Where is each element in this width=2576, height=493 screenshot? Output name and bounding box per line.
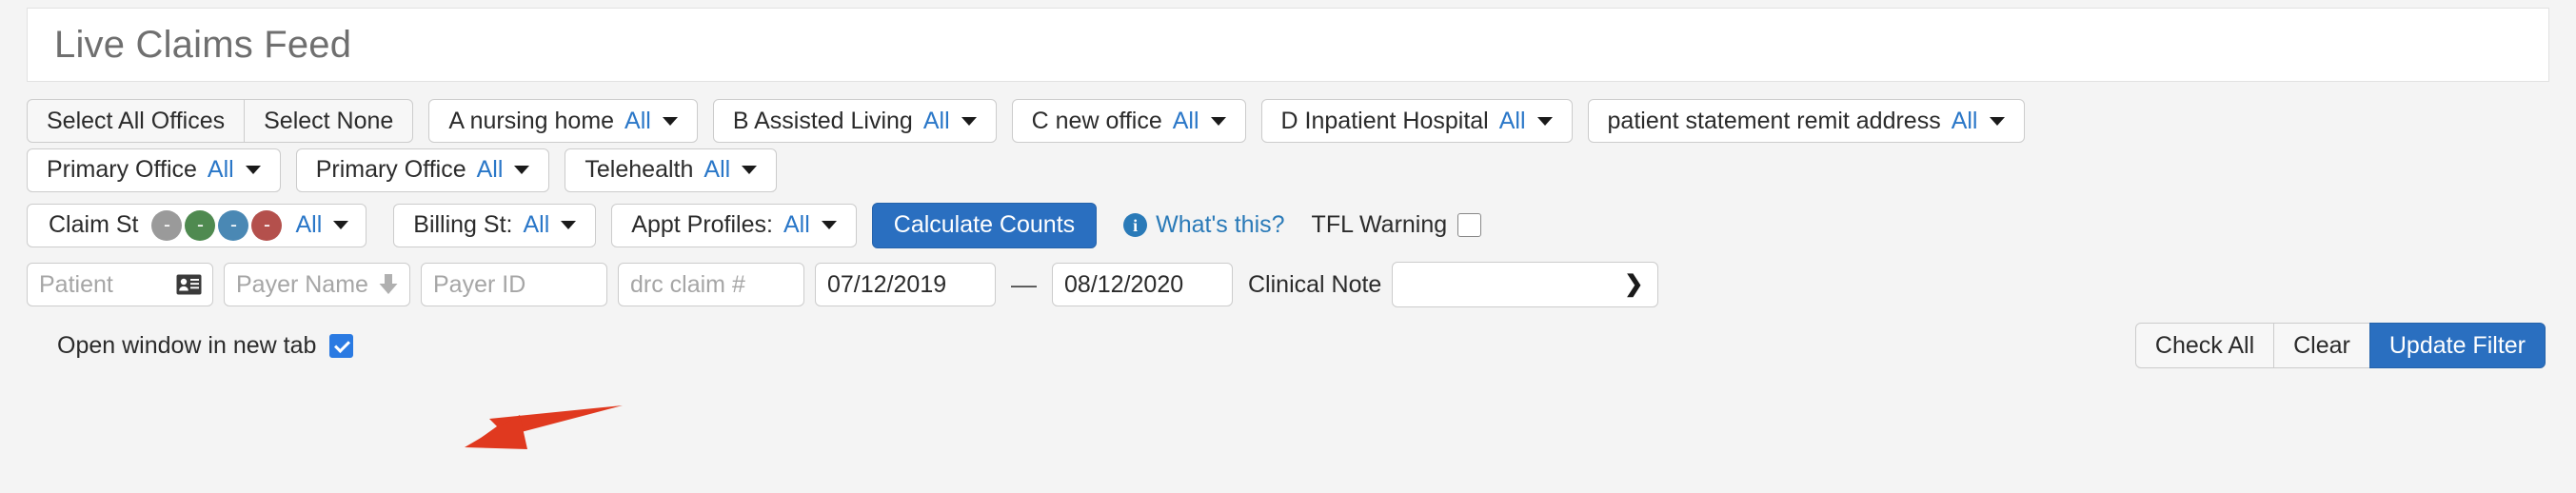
chevron-down-icon — [742, 166, 758, 174]
claim-number-input[interactable] — [618, 263, 804, 306]
payer-name-input-wrap — [224, 263, 410, 306]
office-filter-d-inpatient-hospital[interactable]: D Inpatient Hospital All — [1260, 99, 1573, 143]
office-filter-value: All — [1498, 107, 1526, 134]
office-filter-value: All — [1951, 107, 1978, 134]
open-window-in-new-tab-checkbox[interactable] — [329, 333, 354, 358]
update-filter-label: Update Filter — [2388, 331, 2526, 359]
office-filter-value: All — [1172, 107, 1199, 134]
update-filter-button[interactable]: Update Filter — [2368, 323, 2546, 368]
clear-label: Clear — [2293, 331, 2350, 359]
claim-status-value: All — [295, 211, 323, 238]
filter-action-button-group: Check All Clear Update Filter — [2134, 323, 2546, 368]
provider-filter-value: All — [476, 156, 504, 183]
claim-status-dots: - - - - — [151, 209, 285, 241]
billing-status-label: Billing St: — [413, 211, 513, 238]
chevron-down-icon — [662, 116, 678, 126]
chevron-down-icon — [1989, 116, 2005, 126]
chevron-down-icon — [961, 116, 977, 126]
chevron-down-icon — [333, 221, 349, 229]
office-filter-label: patient statement remit address — [1607, 107, 1941, 134]
chevron-down-icon — [561, 221, 577, 229]
date-from-input[interactable] — [815, 263, 996, 306]
provider-filter-value: All — [207, 156, 234, 183]
provider-filter-label: Telehealth — [585, 156, 694, 183]
status-dot-green[interactable]: - — [185, 209, 216, 241]
appt-profiles-filter[interactable]: Appt Profiles: All — [611, 203, 857, 247]
footer-buttons: Check All Clear Update Filter — [2134, 323, 2549, 368]
chevron-down-icon — [821, 221, 837, 229]
select-all-offices-label: Select All Offices — [47, 107, 226, 134]
date-range-separator: — — [1011, 269, 1037, 299]
billing-status-filter[interactable]: Billing St: All — [393, 203, 597, 247]
select-all-offices-button[interactable]: Select All Offices — [27, 99, 246, 143]
status-dot-gray[interactable]: - — [151, 209, 183, 241]
whats-this-label: What's this? — [1156, 211, 1285, 238]
tfl-warning-label: TFL Warning — [1311, 211, 1448, 238]
provider-filter-value: All — [703, 156, 731, 183]
chevron-down-icon — [514, 166, 530, 174]
clinical-note-select-wrap: ❯ — [1392, 262, 1659, 307]
office-filter-a-nursing-home[interactable]: A nursing home All — [428, 99, 698, 143]
office-select-button-group: Select All Offices Select None — [27, 99, 414, 143]
provider-filter-telehealth[interactable]: Telehealth All — [565, 148, 778, 192]
payer-name-input[interactable] — [224, 263, 410, 306]
payer-id-input[interactable] — [421, 263, 607, 306]
footer-action-row: Open window in new tab Check All Clear U… — [27, 310, 2549, 371]
calculate-counts-button[interactable]: Calculate Counts — [871, 202, 1098, 248]
provider-filter-primary-office-1[interactable]: Primary Office All — [27, 148, 281, 192]
billing-status-value: All — [523, 211, 550, 238]
check-all-label: Check All — [2154, 331, 2255, 359]
claim-status-filter[interactable]: Claim St - - - - All — [27, 203, 367, 247]
date-to-input[interactable] — [1052, 263, 1233, 306]
patient-input[interactable] — [27, 263, 213, 306]
calculate-counts-label: Calculate Counts — [893, 211, 1076, 238]
chevron-down-icon — [1210, 116, 1226, 126]
search-input-row: — Clinical Note ❯ — [27, 251, 2549, 310]
check-all-button[interactable]: Check All — [2134, 323, 2275, 368]
page-title: Live Claims Feed — [54, 23, 352, 66]
provider-filter-row: Primary Office All Primary Office All Te… — [27, 141, 2549, 196]
info-circle-icon: i — [1123, 213, 1148, 237]
office-filter-value: All — [624, 107, 651, 134]
live-claims-feed-panel: Live Claims Feed Select All Offices Sele… — [0, 0, 2576, 493]
office-filter-label: A nursing home — [448, 107, 615, 134]
clear-button[interactable]: Clear — [2273, 323, 2370, 368]
tfl-warning-checkbox[interactable] — [1457, 213, 1482, 237]
select-none-button[interactable]: Select None — [244, 99, 414, 143]
chevron-down-icon — [1536, 116, 1553, 126]
office-filter-row: Select All Offices Select None A nursing… — [27, 86, 2549, 143]
panel-header: Live Claims Feed — [27, 8, 2549, 82]
office-filter-value: All — [922, 107, 950, 134]
claim-status-label: Claim St — [49, 211, 139, 238]
open-new-tab-group: Open window in new tab — [27, 331, 354, 360]
status-dot-blue[interactable]: - — [218, 209, 249, 241]
provider-filter-label: Primary Office — [315, 156, 466, 183]
office-filter-b-assisted-living[interactable]: B Assisted Living All — [712, 99, 997, 143]
office-filter-label: C new office — [1031, 107, 1162, 134]
filter-panel: Select All Offices Select None A nursing… — [0, 86, 2576, 493]
select-none-label: Select None — [264, 107, 394, 134]
status-filter-row: Claim St - - - - All Billing St: All App… — [27, 196, 2549, 251]
clinical-note-label: Clinical Note — [1248, 270, 1382, 298]
office-filter-c-new-office[interactable]: C new office All — [1011, 99, 1246, 143]
appt-profiles-label: Appt Profiles: — [631, 211, 773, 238]
provider-filter-primary-office-2[interactable]: Primary Office All — [295, 148, 550, 192]
clinical-note-select[interactable] — [1392, 262, 1659, 307]
provider-filter-label: Primary Office — [47, 156, 197, 183]
whats-this-link[interactable]: i What's this? — [1123, 211, 1285, 239]
appt-profiles-value: All — [783, 211, 810, 238]
open-new-tab-label: Open window in new tab — [57, 331, 317, 359]
office-filter-label: D Inpatient Hospital — [1280, 107, 1489, 134]
office-filter-label: B Assisted Living — [732, 107, 913, 134]
patient-input-wrap — [27, 263, 213, 306]
chevron-down-icon — [245, 166, 261, 174]
office-filter-patient-statement-remit-address[interactable]: patient statement remit address All — [1587, 99, 2025, 143]
status-dot-red[interactable]: - — [251, 209, 283, 241]
